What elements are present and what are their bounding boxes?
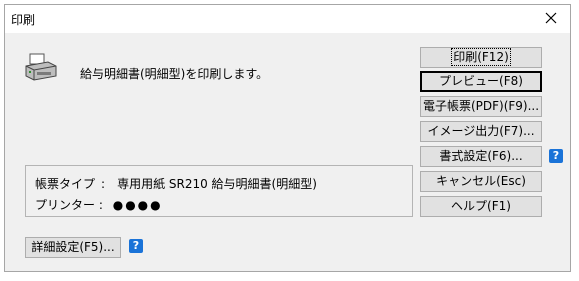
form-type-value: 専用用紙 SR210 給与明細書(明細型) <box>117 177 317 191</box>
help-icon[interactable]: ? <box>129 239 143 253</box>
form-type-label: 帳票タイプ <box>35 177 96 191</box>
cancel-button-label: キャンセル(Esc) <box>436 174 526 188</box>
printer-separator: : <box>98 198 103 212</box>
print-message: 給与明細書(明細型)を印刷します。 <box>80 67 269 81</box>
form-type-separator: : <box>101 177 106 191</box>
help-button-label: ヘルプ(F1) <box>451 199 511 213</box>
help-button[interactable]: ヘルプ(F1) <box>420 196 542 217</box>
preview-button-label: プレビュー(F8) <box>439 74 523 88</box>
electronic-form-button-label: 電子帳票(PDF)(F9)... <box>422 99 540 113</box>
print-button[interactable]: 印刷(F12) <box>420 47 542 68</box>
cancel-button[interactable]: キャンセル(Esc) <box>420 171 542 192</box>
format-settings-button[interactable]: 書式設定(F6)... <box>420 146 542 167</box>
help-icon[interactable]: ? <box>549 149 563 163</box>
print-info-box: 帳票タイプ: 専用用紙 SR210 給与明細書(明細型) プリンター : ●●●● <box>25 165 413 217</box>
print-button-label: 印刷(F12) <box>451 48 511 66</box>
format-settings-button-label: 書式設定(F6)... <box>439 149 523 163</box>
image-output-button[interactable]: イメージ出力(F7)... <box>420 121 542 142</box>
image-output-button-label: イメージ出力(F7)... <box>427 124 535 138</box>
close-icon[interactable] <box>542 9 560 27</box>
detail-settings-button[interactable]: 詳細設定(F5)... <box>25 237 121 258</box>
preview-button[interactable]: プレビュー(F8) <box>420 71 542 92</box>
printer-icon <box>24 52 58 86</box>
detail-settings-button-label: 詳細設定(F5)... <box>31 240 115 254</box>
printer-label: プリンター <box>35 198 96 212</box>
printer-row: プリンター : ●●●● <box>35 196 163 213</box>
electronic-form-pdf-button[interactable]: 電子帳票(PDF)(F9)... <box>420 96 542 117</box>
window-title: 印刷 <box>11 13 36 27</box>
print-dialog: 印刷 給与明細書(明細型)を印刷します。 帳票タイプ: 専用用紙 SR210 給与… <box>4 4 571 272</box>
printer-value: ●●●● <box>112 198 163 212</box>
title-bar: 印刷 <box>5 5 570 33</box>
form-type-row: 帳票タイプ: 専用用紙 SR210 給与明細書(明細型) <box>35 175 317 192</box>
